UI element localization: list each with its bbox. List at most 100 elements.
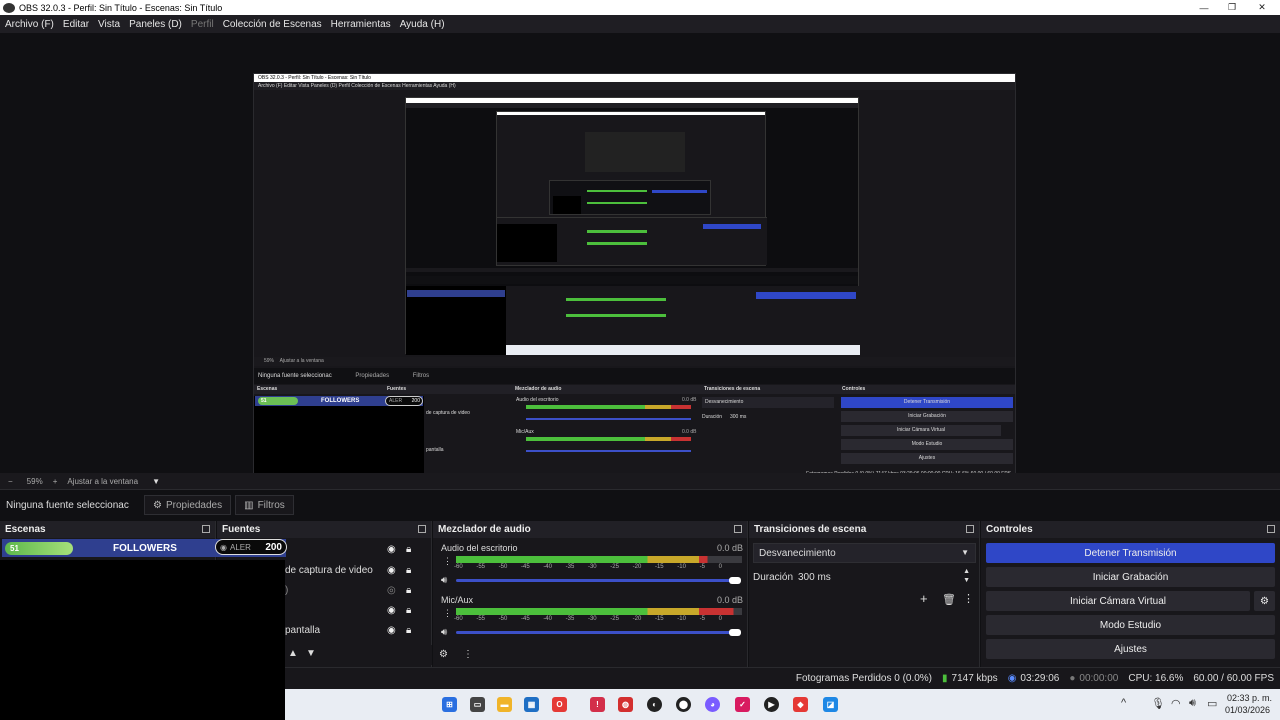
eye-hidden-icon[interactable]: ◎ xyxy=(387,585,396,596)
filters-button[interactable]: ▥ Filtros xyxy=(235,495,294,515)
menu-paneles[interactable]: Paneles (D) xyxy=(129,19,182,30)
maximize-button[interactable]: ❐ xyxy=(1218,0,1246,15)
scale-tick: 0 xyxy=(718,564,722,570)
speaker-icon[interactable]: 🔊︎ xyxy=(441,575,447,586)
close-button[interactable]: ✕ xyxy=(1248,0,1276,15)
zoom-out-button[interactable]: − xyxy=(8,477,13,486)
source-label: de captura de video xyxy=(285,564,373,576)
mixer-menu-icon[interactable]: ⋮ xyxy=(463,649,473,660)
lock-icon[interactable]: 🔒︎ xyxy=(406,605,411,616)
desktop-volume-knob[interactable] xyxy=(729,577,741,584)
scene-item[interactable]: 51 FOLLOWERS ◉ ALER 200 xyxy=(2,539,287,557)
fit-window-label[interactable]: Ajustar a la ventana xyxy=(67,477,138,486)
app-icon-4[interactable]: ◆ xyxy=(793,697,808,712)
eye-icon[interactable]: ◉ xyxy=(387,565,396,576)
file-explorer-icon[interactable]: ▬ xyxy=(497,697,512,712)
menu-perfil[interactable]: Perfil xyxy=(191,19,214,30)
mic-volume-slider[interactable] xyxy=(456,631,736,634)
chevron-up-icon[interactable]: ^ xyxy=(1121,697,1126,709)
settings-button[interactable]: Ajustes xyxy=(986,639,1275,659)
lock-icon[interactable]: 🔒︎ xyxy=(406,585,411,596)
mixer-dock-header: Mezclador de audio xyxy=(433,521,747,538)
mixer-settings-icon[interactable]: ⚙ xyxy=(439,649,448,660)
source-row[interactable]: pantalla ◉ 🔒︎ xyxy=(285,620,425,640)
scale-tick: -5 xyxy=(699,564,705,570)
windows-start-icon[interactable]: ⊞ xyxy=(442,697,457,712)
clock-date[interactable]: 01/03/2026 xyxy=(1225,705,1270,715)
eye-icon[interactable]: ◉ xyxy=(387,625,396,636)
app-icon-3[interactable]: ✓ xyxy=(735,697,750,712)
channel-mic-label: Mic/Aux xyxy=(441,595,474,605)
channel-menu-icon[interactable]: ⋮ xyxy=(443,608,452,619)
eye-icon[interactable]: ◉ xyxy=(387,544,396,555)
start-recording-button[interactable]: Iniciar Grabación xyxy=(986,567,1275,587)
duration-input[interactable]: 300 ms ▲ ▼ xyxy=(793,567,976,587)
window-title-bar: OBS 32.0.3 - Perfil: Sin Título - Escena… xyxy=(0,0,1280,15)
minimize-button[interactable]: — xyxy=(1190,0,1218,15)
obs-icon[interactable]: ◐ xyxy=(647,697,662,712)
preview-mini-menu: Archivo (F) Editar Vista Paneles (D) Per… xyxy=(254,82,1015,90)
source-row[interactable]: ◉ 🔒︎ xyxy=(285,539,425,559)
undock-icon[interactable] xyxy=(966,525,974,533)
menu-coleccion[interactable]: Colección de Escenas xyxy=(223,19,322,30)
source-row[interactable]: ) ◎ 🔒︎ xyxy=(285,580,425,600)
studio-mode-button[interactable]: Modo Estudio xyxy=(986,615,1275,635)
alert-overlay: ◉ ALER 200 xyxy=(215,539,287,555)
scale-tick: -10 xyxy=(677,616,686,622)
speaker-icon[interactable]: 🔊︎ xyxy=(441,627,447,638)
menu-vista[interactable]: Vista xyxy=(98,19,120,30)
photos-icon[interactable]: ◪ xyxy=(823,697,838,712)
wifi-icon[interactable]: ◠ xyxy=(1171,697,1181,710)
lock-icon[interactable]: 🔒︎ xyxy=(406,544,411,555)
mic-volume-knob[interactable] xyxy=(729,629,741,636)
microphone-icon[interactable]: 🎙︎ xyxy=(1151,697,1165,710)
transition-select[interactable]: Desvanecimiento ▼ xyxy=(753,543,976,563)
preview-area[interactable]: OBS 32.0.3 - Perfil: Sin Título - Escena… xyxy=(0,33,1280,502)
desktop-volume-slider[interactable] xyxy=(456,579,736,582)
app-icon-2[interactable]: ◍ xyxy=(618,697,633,712)
zoom-in-button[interactable]: + xyxy=(53,477,58,486)
app-icon[interactable]: ! xyxy=(590,697,605,712)
transitions-dock-header: Transiciones de escena xyxy=(749,521,979,538)
clock-time[interactable]: 02:33 p. m. xyxy=(1227,693,1272,703)
move-up-icon[interactable]: ▲ xyxy=(288,648,298,659)
battery-icon[interactable]: ▭ xyxy=(1207,697,1217,710)
source-row[interactable]: ◉ 🔒︎ xyxy=(285,600,425,620)
eye-icon[interactable]: ◉ xyxy=(387,605,396,616)
volume-icon[interactable]: 🔊︎ xyxy=(1189,697,1196,710)
preview-canvas[interactable]: OBS 32.0.3 - Perfil: Sin Título - Escena… xyxy=(253,73,1016,502)
undock-icon[interactable] xyxy=(418,525,426,533)
undock-icon[interactable] xyxy=(202,525,210,533)
discord-icon[interactable]: ◕ xyxy=(705,697,720,712)
start-virtual-camera-button[interactable]: Iniciar Cámara Virtual xyxy=(986,591,1250,611)
media-player-icon[interactable]: ▶ xyxy=(764,697,779,712)
channel-menu-icon[interactable]: ⋮ xyxy=(443,556,452,567)
properties-button[interactable]: ⚙ Propiedades xyxy=(144,495,232,515)
desktop-audio-scale: -60 -55 -50 -45 -40 -35 -30 -25 -20 -15 -10 -5 0 xyxy=(454,564,722,570)
zoom-dropdown-icon[interactable]: ▼ xyxy=(152,477,160,486)
zoom-bar: − 59% + Ajustar a la ventana ▼ xyxy=(0,473,1280,489)
location-icon[interactable]: ⬤ xyxy=(676,697,691,712)
scale-tick: -55 xyxy=(476,564,485,570)
menu-archivo[interactable]: Archivo (F) xyxy=(5,19,54,30)
menu-editar[interactable]: Editar xyxy=(63,19,89,30)
opera-icon[interactable]: O xyxy=(552,697,567,712)
task-view-icon[interactable]: ▭ xyxy=(470,697,485,712)
source-row[interactable]: de captura de video ◉ 🔒︎ xyxy=(285,560,425,580)
stop-stream-button[interactable]: Detener Transmisión xyxy=(986,543,1275,563)
transition-menu-icon[interactable]: ⋮ xyxy=(963,592,974,605)
move-down-icon[interactable]: ▼ xyxy=(306,648,316,659)
trash-icon[interactable]: 🗑︎ xyxy=(942,593,956,606)
lock-icon[interactable]: 🔒︎ xyxy=(406,625,411,636)
menu-ayuda[interactable]: Ayuda (H) xyxy=(400,19,445,30)
undock-icon[interactable] xyxy=(734,525,742,533)
virtual-camera-settings-icon[interactable]: ⚙ xyxy=(1254,591,1275,611)
menu-herramientas[interactable]: Herramientas xyxy=(331,19,391,30)
sources-title: Fuentes xyxy=(222,524,261,535)
lock-icon[interactable]: 🔒︎ xyxy=(406,565,411,576)
add-transition-icon[interactable]: + xyxy=(920,591,928,606)
store-icon[interactable]: ▦ xyxy=(524,697,539,712)
stepper-icon[interactable]: ▲ ▼ xyxy=(963,567,970,585)
alert-label: ALER xyxy=(229,542,251,552)
undock-icon[interactable] xyxy=(1267,525,1275,533)
